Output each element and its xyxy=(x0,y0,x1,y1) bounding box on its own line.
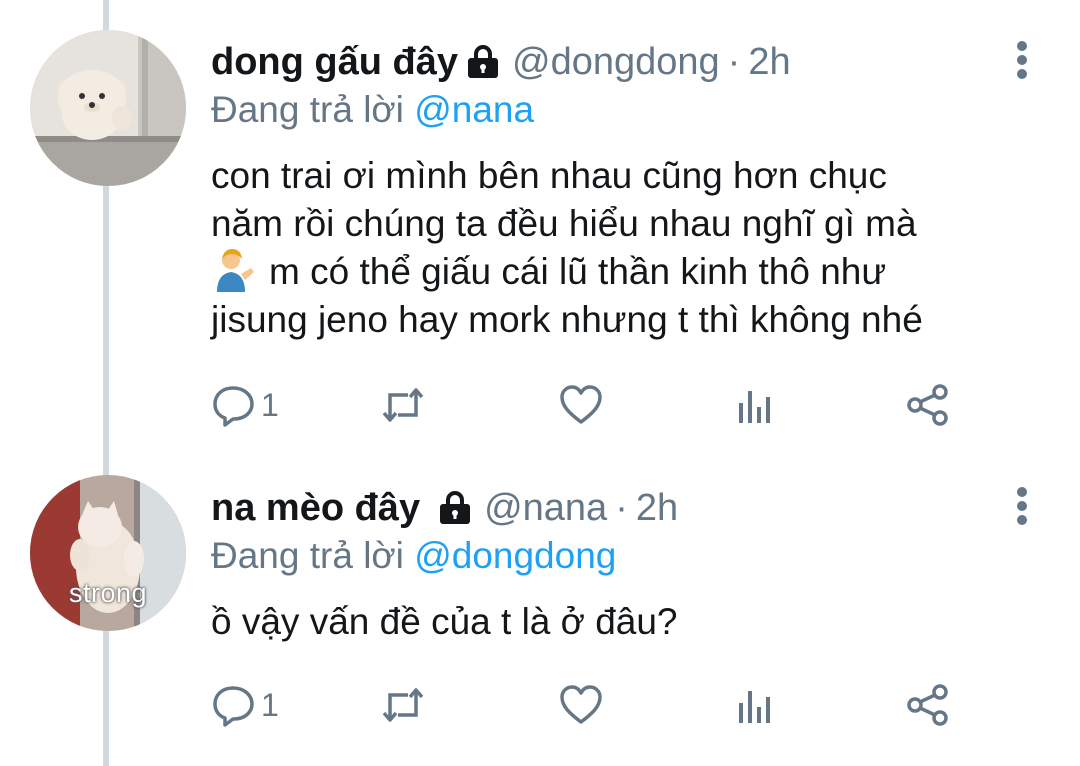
reply-to-handle-link[interactable]: @nana xyxy=(414,89,534,130)
tweet-text-line: con trai ơi mình bên nhau cũng hơn chục xyxy=(211,155,887,196)
reply-button[interactable]: 1 xyxy=(211,381,279,429)
reply-count: 1 xyxy=(261,686,279,723)
reply-to-handle-link[interactable]: @dongdong xyxy=(414,535,616,576)
tweet-text: con trai ơi mình bên nhau cũng hơn chục … xyxy=(211,152,1031,344)
analytics-button[interactable] xyxy=(733,681,777,729)
more-vertical-icon[interactable] xyxy=(1016,40,1028,80)
separator-dot: · xyxy=(615,487,628,529)
tweet-card[interactable]: dong gấu đây @dongdong · 2h Đang trả lời… xyxy=(0,0,1080,450)
retweet-icon xyxy=(382,688,424,722)
tweet-header: dong gấu đây @dongdong · 2h xyxy=(211,40,791,84)
timestamp[interactable]: 2h xyxy=(748,40,790,84)
retweet-button[interactable] xyxy=(381,381,425,429)
more-vertical-icon[interactable] xyxy=(1016,486,1028,526)
reply-icon xyxy=(213,386,254,427)
replying-to-label: Đang trả lời xyxy=(211,535,404,576)
heart-icon xyxy=(560,385,602,424)
user-handle[interactable]: @nana xyxy=(484,486,607,530)
tweet-text-line: jisung jeno hay mork nhưng t thì không n… xyxy=(211,299,923,340)
display-name[interactable]: dong gấu đây xyxy=(211,40,458,84)
reply-count: 1 xyxy=(261,386,279,423)
tweet-text-line: năm rồi chúng ta đều hiểu nhau nghĩ gì m… xyxy=(211,203,917,244)
lock-icon xyxy=(436,489,474,527)
tweet-text-line-with-emoji: m có thể giấu cái lũ thần kinh thô như xyxy=(211,248,1031,296)
tweet-actions-bar: 1 xyxy=(211,681,971,729)
share-icon xyxy=(907,384,948,426)
lock-icon xyxy=(464,43,502,81)
retweet-icon xyxy=(382,388,424,422)
replying-to-line: Đang trả lời @dongdong xyxy=(211,534,616,578)
tweet-text-line: m có thể giấu cái lũ thần kinh thô như xyxy=(269,251,887,292)
tweet-card[interactable]: strong na mèo đây @nana · 2h Đang trả lờ… xyxy=(0,450,1080,766)
analytics-icon xyxy=(739,391,770,423)
display-name[interactable]: na mèo đây xyxy=(211,486,420,530)
share-icon xyxy=(907,684,948,726)
avatar-bear-image xyxy=(30,30,186,186)
heart-icon xyxy=(560,685,602,724)
timestamp[interactable]: 2h xyxy=(636,486,678,530)
tweet-actions-bar: 1 xyxy=(211,381,971,429)
separator-dot: · xyxy=(727,41,741,83)
avatar[interactable] xyxy=(30,30,186,186)
reply-button[interactable]: 1 xyxy=(211,681,279,729)
replying-to-label: Đang trả lời xyxy=(211,89,404,130)
like-button[interactable] xyxy=(559,681,603,729)
person-tipping-hand-emoji xyxy=(211,248,255,292)
avatar[interactable]: strong xyxy=(30,475,186,631)
analytics-button[interactable] xyxy=(733,381,777,429)
share-button[interactable] xyxy=(906,681,950,729)
tweet-header: na mèo đây @nana · 2h xyxy=(211,486,678,530)
tweet-text: ồ vậy vấn đề của t là ở đâu? xyxy=(211,598,1031,646)
replying-to-line: Đang trả lời @nana xyxy=(211,88,534,132)
analytics-icon xyxy=(739,691,770,723)
like-button[interactable] xyxy=(559,381,603,429)
avatar-caption: strong xyxy=(68,578,148,608)
user-handle[interactable]: @dongdong xyxy=(512,40,720,84)
retweet-button[interactable] xyxy=(381,681,425,729)
share-button[interactable] xyxy=(906,381,950,429)
tweet-text-line: ồ vậy vấn đề của t là ở đâu? xyxy=(211,601,678,642)
reply-icon xyxy=(213,686,254,727)
